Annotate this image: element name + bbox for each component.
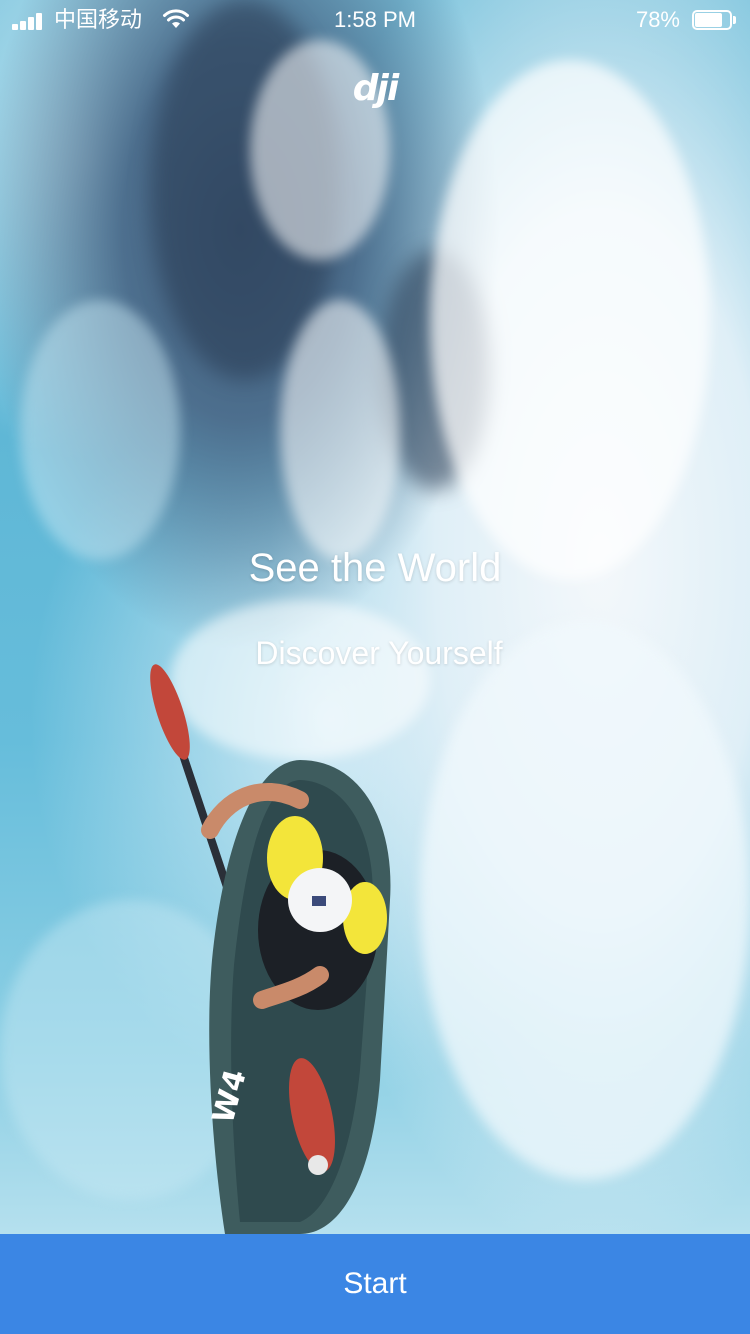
kayaker-background-image: W4 [0,0,750,1234]
status-bar: 中国移动 1:58 PM 78% [0,0,750,40]
battery-percent: 78% [635,7,680,32]
onboarding-screen: W4 中国移动 1:58 PM 78% dji See the World Di… [0,0,750,1334]
kayaker-illustration: W4 [150,664,391,1234]
subheadline: Discover Yourself [255,635,503,671]
start-button[interactable]: Start [0,1234,750,1334]
battery-icon [692,10,736,30]
headline: See the World [248,546,502,590]
dji-logo: dji [352,68,399,109]
